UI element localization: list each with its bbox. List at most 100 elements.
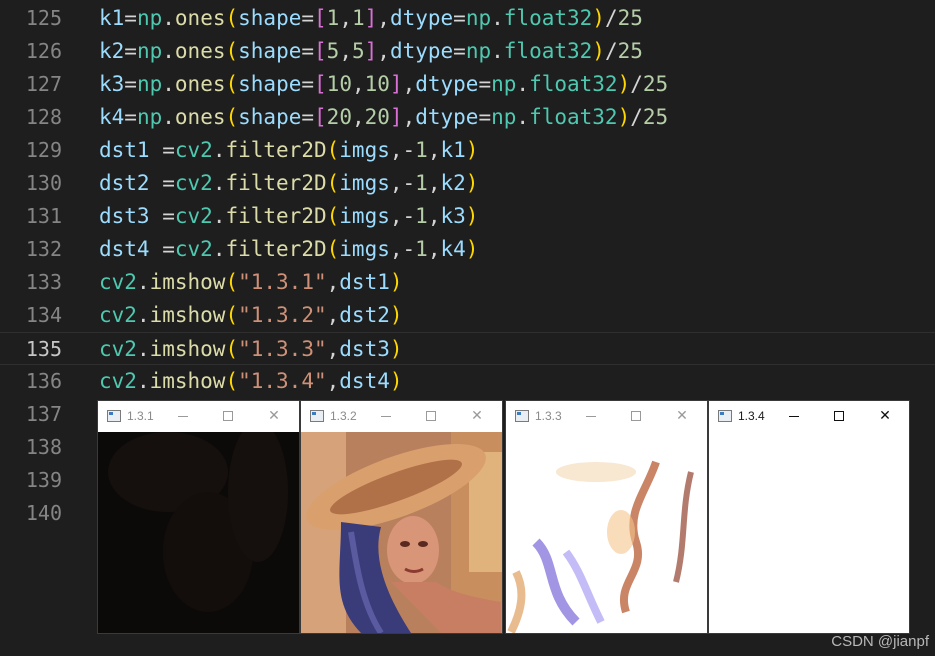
code-line[interactable]: 128 k4=np.ones(shape=[20,20],dtype=np.flo… bbox=[0, 101, 935, 134]
code-text: dst3 =cv2.filter2D(imgs,-1,k3) bbox=[99, 200, 478, 233]
code-line[interactable]: 130 dst2 =cv2.filter2D(imgs,-1,k2) bbox=[0, 167, 935, 200]
code-token: , bbox=[351, 72, 365, 96]
code-line[interactable]: 125 k1=np.ones(shape=[1,1],dtype=np.float… bbox=[0, 2, 935, 35]
code-token: ) bbox=[465, 237, 479, 261]
code-token: , bbox=[377, 6, 390, 30]
code-token: imshow bbox=[149, 270, 226, 294]
code-token: = bbox=[453, 6, 466, 30]
window-titlebar[interactable]: 1.3.1 ✕ bbox=[98, 401, 299, 432]
code-token: float32 bbox=[503, 39, 593, 63]
image-window-1-3-2[interactable]: 1.3.2 ✕ bbox=[301, 401, 502, 633]
code-token: ] bbox=[364, 39, 378, 63]
code-token: float32 bbox=[503, 6, 593, 30]
code-token: ones bbox=[174, 105, 226, 129]
code-token: ) bbox=[465, 204, 479, 228]
code-token: , bbox=[427, 138, 441, 162]
code-token: cv2 bbox=[174, 237, 213, 261]
code-token: 5 bbox=[351, 39, 365, 63]
code-token: cv2 bbox=[99, 303, 137, 327]
code-token: cv2 bbox=[99, 337, 137, 361]
code-token: . bbox=[136, 369, 150, 393]
code-token: = bbox=[149, 171, 175, 195]
code-token: filter2D bbox=[225, 138, 327, 162]
image-window-1-3-4[interactable]: 1.3.4 ✕ bbox=[709, 401, 909, 633]
code-token: k4 bbox=[440, 237, 466, 261]
code-line[interactable]: 135 cv2.imshow("1.3.3",dst3) bbox=[0, 332, 935, 365]
line-number: 130 bbox=[25, 171, 62, 195]
code-token: float32 bbox=[529, 72, 618, 96]
image-window-1-3-1[interactable]: 1.3.1 ✕ bbox=[98, 401, 299, 633]
window-title: 1.3.4 bbox=[738, 409, 765, 423]
code-line[interactable]: 127 k3=np.ones(shape=[10,10],dtype=np.flo… bbox=[0, 68, 935, 101]
window-titlebar[interactable]: 1.3.4 ✕ bbox=[709, 401, 909, 432]
close-icon[interactable]: ✕ bbox=[465, 405, 489, 427]
code-token: ones bbox=[174, 72, 226, 96]
code-token: = bbox=[149, 237, 175, 261]
code-token: . bbox=[136, 303, 150, 327]
code-token: np bbox=[465, 39, 492, 63]
code-token: ( bbox=[225, 105, 239, 129]
code-token: 10 bbox=[364, 72, 390, 96]
code-token: np bbox=[136, 6, 163, 30]
code-line[interactable]: 126 k2=np.ones(shape=[5,5],dtype=np.float… bbox=[0, 35, 935, 68]
code-text: cv2.imshow("1.3.2",dst2) bbox=[99, 299, 403, 332]
line-number: 139 bbox=[25, 468, 62, 492]
code-token: . bbox=[162, 105, 175, 129]
code-token: ones bbox=[174, 39, 226, 63]
code-token: , bbox=[377, 39, 390, 63]
window-titlebar[interactable]: 1.3.3 ✕ bbox=[506, 401, 707, 432]
code-text: dst1 =cv2.filter2D(imgs,-1,k1) bbox=[99, 134, 478, 167]
code-text: dst2 =cv2.filter2D(imgs,-1,k2) bbox=[99, 167, 478, 200]
code-token: = bbox=[124, 105, 137, 129]
code-token: shape bbox=[238, 105, 302, 129]
minimize-icon[interactable] bbox=[374, 405, 398, 427]
code-token: ) bbox=[592, 6, 605, 30]
code-token: float32 bbox=[529, 105, 618, 129]
code-token: , bbox=[339, 6, 352, 30]
image-display-overexposed bbox=[506, 432, 707, 633]
code-token: . bbox=[162, 6, 175, 30]
code-token: = bbox=[478, 105, 492, 129]
line-number: 132 bbox=[25, 237, 62, 261]
code-line[interactable]: 133 cv2.imshow("1.3.1",dst1) bbox=[0, 266, 935, 299]
code-text: k2=np.ones(shape=[5,5],dtype=np.float32)… bbox=[99, 35, 643, 68]
image-window-1-3-3[interactable]: 1.3.3 ✕ bbox=[506, 401, 707, 633]
code-token: . bbox=[136, 337, 150, 361]
code-token: . bbox=[162, 39, 175, 63]
code-token: ) bbox=[617, 72, 631, 96]
maximize-icon[interactable] bbox=[216, 405, 240, 427]
code-line[interactable]: 131 dst3 =cv2.filter2D(imgs,-1,k3) bbox=[0, 200, 935, 233]
code-token: = bbox=[149, 138, 175, 162]
close-icon[interactable]: ✕ bbox=[262, 405, 286, 427]
minimize-icon[interactable] bbox=[579, 405, 603, 427]
code-line[interactable]: 136 cv2.imshow("1.3.4",dst4) bbox=[0, 365, 935, 398]
close-icon[interactable]: ✕ bbox=[873, 405, 897, 427]
code-token: dst1 bbox=[339, 270, 390, 294]
code-token: np bbox=[136, 39, 163, 63]
maximize-icon[interactable] bbox=[827, 405, 851, 427]
code-token: , bbox=[326, 369, 340, 393]
minimize-icon[interactable] bbox=[782, 405, 806, 427]
code-token: . bbox=[212, 138, 226, 162]
code-token: dst3 bbox=[99, 204, 150, 228]
code-token: k2 bbox=[99, 39, 125, 63]
code-token: 1 bbox=[415, 138, 428, 162]
code-text: k3=np.ones(shape=[10,10],dtype=np.float3… bbox=[99, 68, 668, 101]
code-token: np bbox=[491, 105, 517, 129]
code-line[interactable]: 134 cv2.imshow("1.3.2",dst2) bbox=[0, 299, 935, 332]
code-token: ) bbox=[389, 303, 403, 327]
code-token: ( bbox=[326, 237, 340, 261]
minimize-icon[interactable] bbox=[171, 405, 195, 427]
code-line[interactable]: 129 dst1 =cv2.filter2D(imgs,-1,k1) bbox=[0, 134, 935, 167]
code-token: 1 bbox=[415, 171, 428, 195]
code-token: 25 bbox=[617, 39, 643, 63]
code-token: . bbox=[516, 72, 530, 96]
maximize-icon[interactable] bbox=[624, 405, 648, 427]
code-token: . bbox=[491, 39, 504, 63]
window-titlebar[interactable]: 1.3.2 ✕ bbox=[301, 401, 502, 432]
close-icon[interactable]: ✕ bbox=[670, 405, 694, 427]
code-token: . bbox=[212, 237, 226, 261]
maximize-icon[interactable] bbox=[419, 405, 443, 427]
code-token: 1 bbox=[415, 204, 428, 228]
code-line[interactable]: 132 dst4 =cv2.filter2D(imgs,-1,k4) bbox=[0, 233, 935, 266]
